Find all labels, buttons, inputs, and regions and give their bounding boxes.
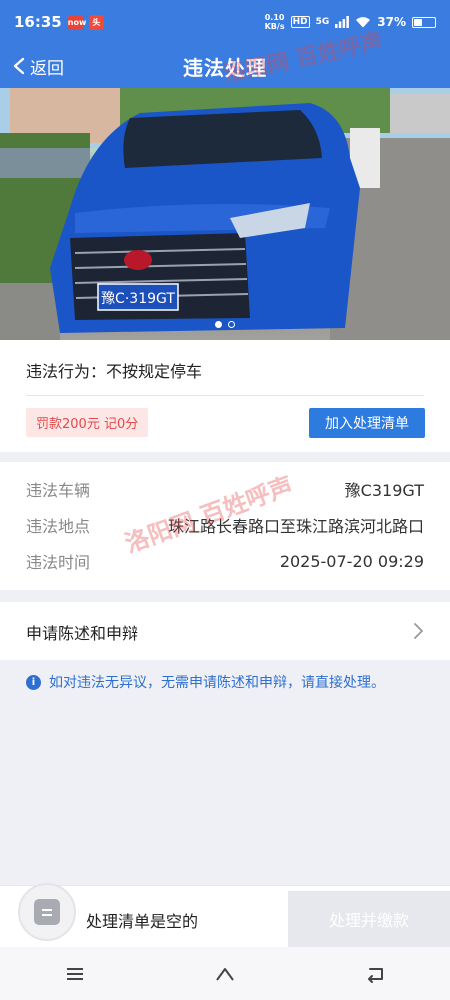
nav-menu-button[interactable] xyxy=(55,954,95,994)
nav-home-button[interactable] xyxy=(205,954,245,994)
list-icon xyxy=(34,899,60,925)
divider xyxy=(26,395,424,396)
detail-value: 珠江路长春路口至珠江路滨河北路口 xyxy=(167,517,424,536)
carousel-dot-1[interactable] xyxy=(215,321,222,328)
home-icon xyxy=(216,967,234,981)
detail-row-vehicle: 违法车辆 豫C319GT xyxy=(26,478,424,500)
status-indicators: 0.10 KB/s HD 5G 37% xyxy=(265,13,436,31)
carousel-dot-2[interactable] xyxy=(228,321,235,328)
violation-section: 违法行为：不按规定停车 罚款200元 记0分 加入处理清单 xyxy=(0,340,450,452)
back-button[interactable]: 返回 xyxy=(12,44,64,88)
net-speed-value: 0.10 xyxy=(264,13,285,22)
violation-photo[interactable]: 豫C·319GT xyxy=(0,88,450,340)
process-and-pay-button[interactable]: 处理并缴款 xyxy=(288,891,450,947)
hd-indicator: HD xyxy=(290,16,310,28)
page-title: 违法处理 xyxy=(183,55,267,80)
net-speed-unit: KB/s xyxy=(264,22,285,31)
info-icon: i xyxy=(26,674,41,690)
detail-label: 违法地点 xyxy=(26,517,91,536)
cart-button[interactable] xyxy=(18,883,76,941)
detail-value: 2025-07-20 09:29 xyxy=(279,551,424,571)
carousel-dots xyxy=(0,321,450,328)
system-nav-bar xyxy=(0,947,450,1000)
add-to-list-button[interactable]: 加入处理清单 xyxy=(309,408,425,438)
news-app-icon: 头 xyxy=(88,14,104,30)
appeal-row[interactable]: 申请陈述和申辩 xyxy=(0,602,450,660)
signal-bars-icon xyxy=(335,16,350,28)
cart-empty-text: 处理清单是空的 xyxy=(86,912,199,931)
notice: i 如对违法无异议，无需申请陈述和申辩，请直接处理。 xyxy=(26,672,385,692)
app-header: 返回 违法处理 xyxy=(0,44,450,88)
nav-back-button[interactable] xyxy=(355,954,395,994)
appeal-label: 申请陈述和申辩 xyxy=(26,624,139,643)
car-photo-illustration: 豫C·319GT xyxy=(0,88,450,340)
status-time: 16:35 xyxy=(14,13,62,31)
detail-row-location: 违法地点 珠江路长春路口至珠江路滨河北路口 xyxy=(26,514,424,536)
violation-behavior: 违法行为：不按规定停车 xyxy=(26,358,202,382)
behavior-label: 违法行为： xyxy=(26,362,107,381)
detail-value: 豫C319GT xyxy=(344,481,424,500)
back-arrow-icon xyxy=(368,967,383,983)
chevron-left-icon xyxy=(13,57,25,75)
detail-row-time: 违法时间 2025-07-20 09:29 xyxy=(26,550,424,573)
signal-label: 5G xyxy=(315,17,330,27)
detail-label: 违法时间 xyxy=(26,553,91,572)
fine-badge: 罚款200元 记0分 xyxy=(26,408,149,437)
battery-percent: 37% xyxy=(377,15,406,29)
detail-label: 违法车辆 xyxy=(26,481,91,500)
details-section: 违法车辆 豫C319GT 违法地点 珠江路长春路口至珠江路滨河北路口 违法时间 … xyxy=(0,462,450,590)
behavior-value: 不按规定停车 xyxy=(106,362,203,381)
wifi-icon xyxy=(356,17,371,28)
license-plate-text: 豫C·319GT xyxy=(101,291,175,307)
notification-badge-icon: now xyxy=(67,14,86,30)
back-label: 返回 xyxy=(30,58,64,79)
chevron-right-icon xyxy=(414,623,423,639)
status-bar: 16:35 now 头 0.10 KB/s HD 5G 37% xyxy=(0,0,450,44)
notice-text: 如对违法无异议，无需申请陈述和申辩，请直接处理。 xyxy=(49,675,385,691)
net-speed: 0.10 KB/s xyxy=(265,13,285,31)
battery-icon xyxy=(412,16,436,28)
menu-icon xyxy=(67,967,83,980)
